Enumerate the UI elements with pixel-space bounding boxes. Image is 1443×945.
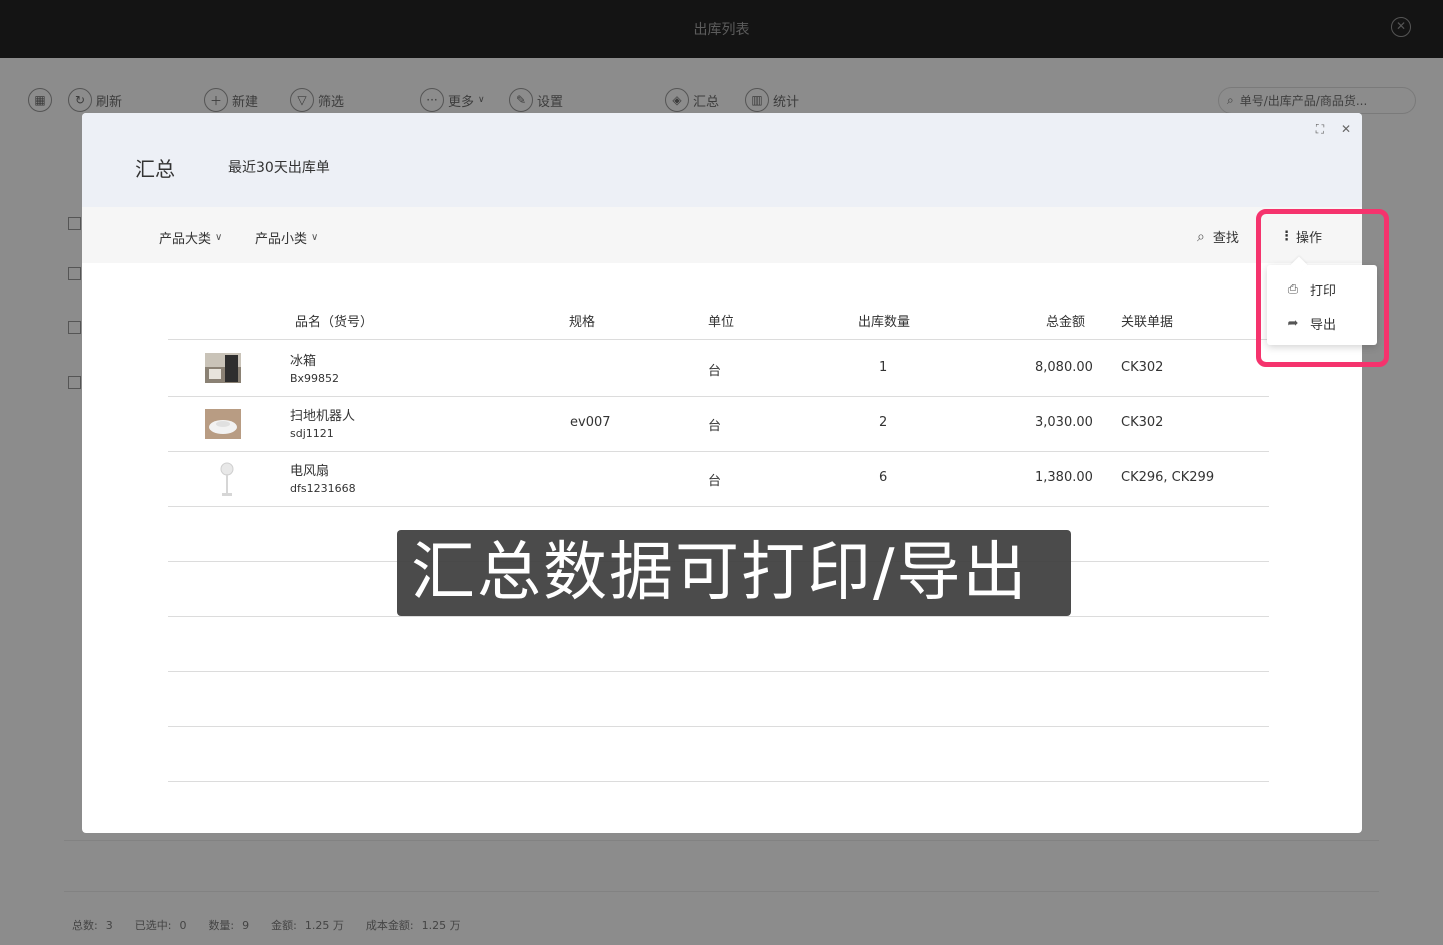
product-code: dfs1231668 <box>290 482 356 495</box>
summary-label: 汇总 <box>693 94 720 110</box>
row-checkbox[interactable] <box>68 217 81 230</box>
col-header-qty: 出库数量 <box>858 315 911 330</box>
col-header-unit: 单位 <box>708 315 735 330</box>
product-code: sdj1121 <box>290 427 334 440</box>
grid-button[interactable]: ▦ <box>28 88 56 112</box>
filter-label: 筛选 <box>318 94 345 110</box>
product-amount: 8,080.00 <box>1035 360 1093 375</box>
window-titlebar: 出库列表 ✕ <box>0 0 1443 58</box>
grid-icon: ▦ <box>28 88 52 112</box>
summary-modal: 汇总 最近30天出库单 ⛶ ✕ 产品大类 ∨ 产品小类 ∨ ⌕ 查找 ⋮ 操作 … <box>82 113 1362 833</box>
divider <box>168 616 1269 617</box>
filter-icon: ▽ <box>290 88 314 112</box>
more-label: 更多 <box>448 94 475 110</box>
subcategory-filter[interactable]: 产品小类 ∨ <box>255 228 318 247</box>
modal-title: 汇总 <box>135 157 175 181</box>
subcategory-filter-label: 产品小类 <box>255 232 308 247</box>
product-ref: CK296, CK299 <box>1121 470 1215 485</box>
fullscreen-icon[interactable]: ⛶ <box>1312 121 1328 137</box>
filter-bar: 产品大类 ∨ 产品小类 ∨ ⌕ 查找 ⋮ 操作 <box>82 207 1362 263</box>
find-button[interactable]: ⌕ 查找 <box>1197 227 1239 247</box>
product-qty: 2 <box>879 415 888 430</box>
search-input[interactable]: ⌕ 单号/出库产品/商品货... <box>1218 87 1416 114</box>
product-thumbnail <box>205 353 241 383</box>
product-amount: 3,030.00 <box>1035 415 1093 430</box>
new-label: 新建 <box>232 94 259 110</box>
modal-header: 汇总 最近30天出库单 ⛶ ✕ <box>82 113 1362 207</box>
selected-count: 已选中: 0 <box>134 919 187 932</box>
cost-total: 成本金额: 1.25 万 <box>365 919 461 932</box>
product-ref: CK302 <box>1121 360 1164 375</box>
product-name: 冰箱 <box>290 354 317 369</box>
filter-button[interactable]: ▽ 筛选 <box>290 88 344 112</box>
chevron-down-icon: ∨ <box>311 232 319 243</box>
category-filter[interactable]: 产品大类 ∨ <box>159 228 222 247</box>
product-unit: 台 <box>708 364 722 379</box>
divider <box>168 339 1269 340</box>
refresh-button[interactable]: ↻ 刷新 <box>68 88 122 112</box>
divider <box>168 396 1269 397</box>
product-unit: 台 <box>708 474 722 489</box>
quantity-total: 数量: 9 <box>208 919 250 932</box>
product-unit: 台 <box>708 419 722 434</box>
more-icon: ··· <box>420 88 444 112</box>
row-checkbox[interactable] <box>68 267 81 280</box>
status-footer: 总数: 3 已选中: 0 数量: 9 金额: 1.25 万 成本金额: 1.25 万 <box>72 917 461 933</box>
amount-total: 金额: 1.25 万 <box>271 919 344 932</box>
col-header-amount: 总金额 <box>1046 315 1086 330</box>
col-header-ref: 关联单据 <box>1121 315 1174 330</box>
col-header-name: 品名（货号） <box>295 315 374 330</box>
search-icon: ⌕ <box>1227 93 1234 107</box>
layers-icon: ◈ <box>665 88 689 112</box>
plus-icon: ＋ <box>204 88 228 112</box>
product-code: Bx99852 <box>290 372 340 385</box>
new-button[interactable]: ＋ 新建 <box>204 88 258 112</box>
divider <box>168 506 1269 507</box>
product-spec: ev007 <box>570 415 611 430</box>
divider <box>168 726 1269 727</box>
settings-button[interactable]: ✎ 设置 <box>509 88 563 112</box>
refresh-label: 刷新 <box>96 94 123 110</box>
find-label: 查找 <box>1212 231 1239 246</box>
wrench-icon: ✎ <box>509 88 533 112</box>
product-qty: 6 <box>879 470 888 485</box>
window-title: 出库列表 <box>693 22 750 38</box>
highlight-box <box>1256 209 1389 367</box>
product-name: 电风扇 <box>290 464 330 479</box>
bar-chart-icon: ▥ <box>745 88 769 112</box>
divider <box>168 451 1269 452</box>
chevron-down-icon: ∨ <box>478 95 485 105</box>
summary-button[interactable]: ◈ 汇总 <box>665 88 719 112</box>
stats-button[interactable]: ▥ 统计 <box>745 88 799 112</box>
divider <box>168 781 1269 782</box>
product-thumbnail <box>205 409 241 439</box>
more-button[interactable]: ··· 更多 ∨ <box>420 88 485 112</box>
close-circle-icon[interactable]: ✕ <box>1391 17 1411 37</box>
refresh-icon: ↻ <box>68 88 92 112</box>
search-placeholder: 单号/出库产品/商品货... <box>1239 94 1368 108</box>
settings-label: 设置 <box>537 94 564 110</box>
row-checkbox[interactable] <box>68 321 81 334</box>
row-checkbox[interactable] <box>68 376 81 389</box>
category-filter-label: 产品大类 <box>159 232 212 247</box>
product-amount: 1,380.00 <box>1035 470 1093 485</box>
caption-overlay: 汇总数据可打印/导出 <box>397 530 1071 616</box>
divider <box>168 671 1269 672</box>
stats-label: 统计 <box>773 94 800 110</box>
divider <box>64 840 1379 841</box>
product-thumbnail <box>212 462 248 496</box>
product-name: 扫地机器人 <box>290 409 356 424</box>
product-qty: 1 <box>879 360 888 375</box>
product-ref: CK302 <box>1121 415 1164 430</box>
search-icon: ⌕ <box>1197 228 1205 245</box>
divider <box>64 891 1379 892</box>
chevron-down-icon: ∨ <box>215 232 223 243</box>
total-count: 总数: 3 <box>72 919 113 932</box>
modal-subtitle: 最近30天出库单 <box>228 160 330 176</box>
close-icon[interactable]: ✕ <box>1338 121 1354 137</box>
col-header-spec: 规格 <box>569 315 596 330</box>
